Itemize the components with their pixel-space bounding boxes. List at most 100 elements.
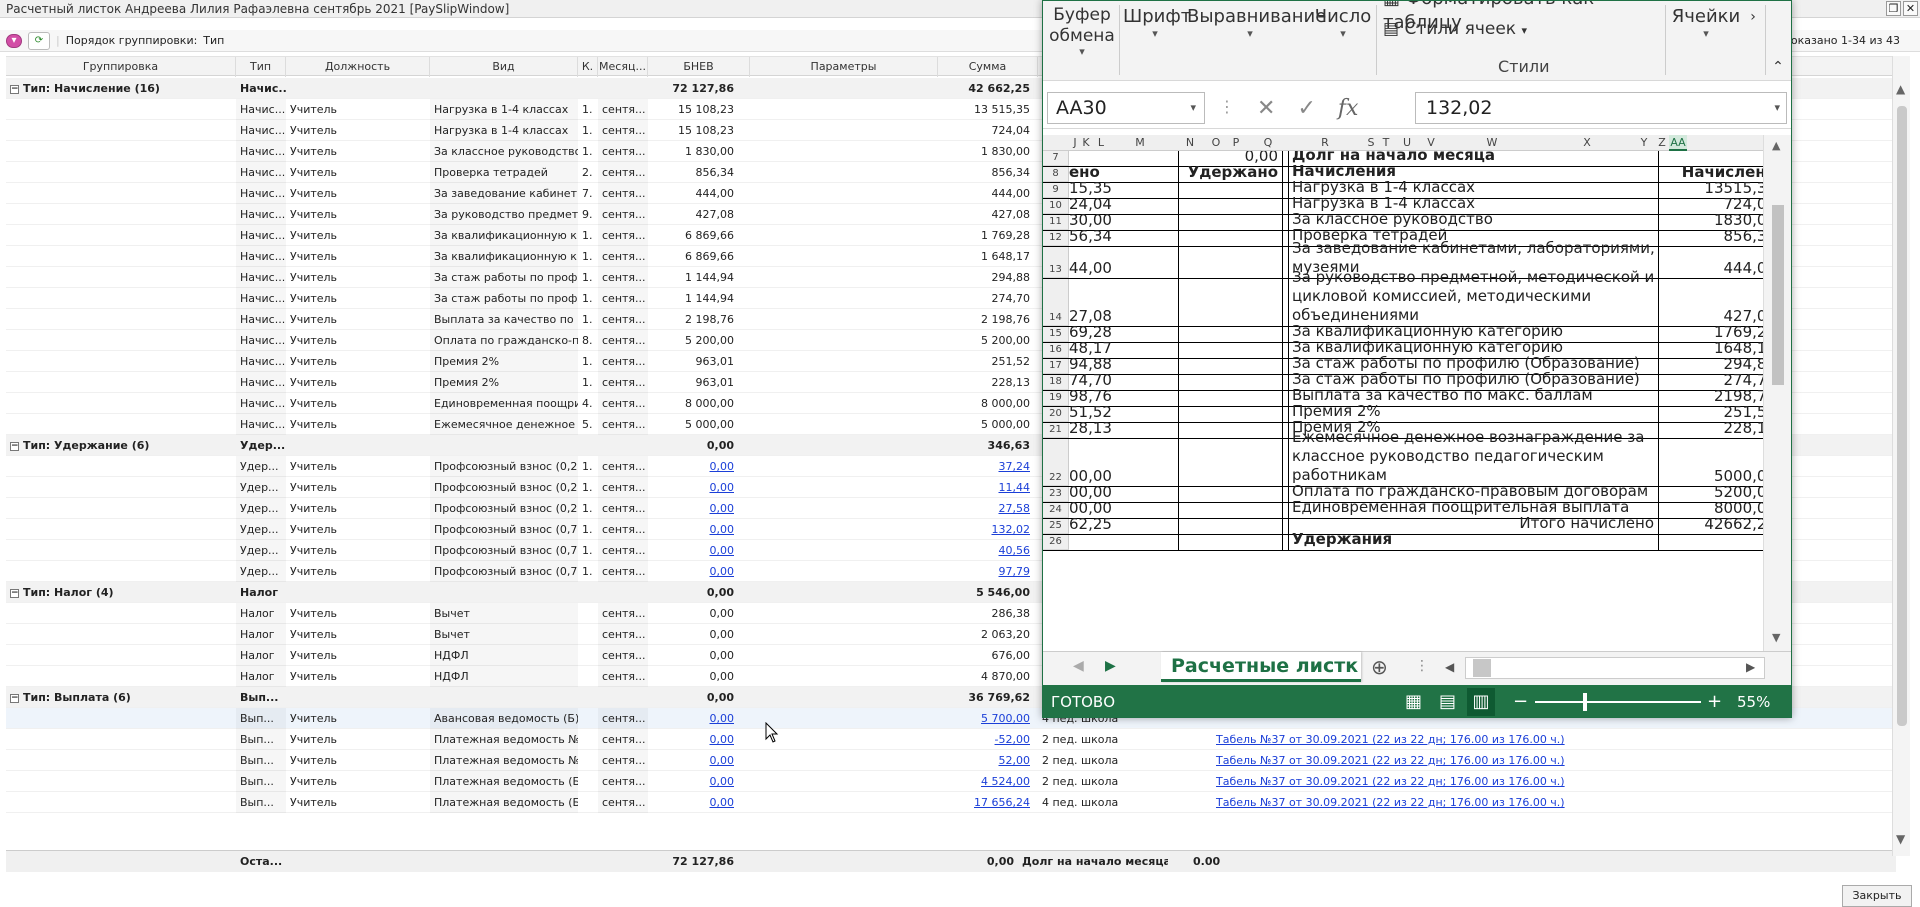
- cell-bnev[interactable]: 0,00: [648, 540, 738, 561]
- cell-bnev[interactable]: 0,00: [648, 729, 738, 750]
- scroll-down-icon[interactable]: ▼: [1896, 832, 1905, 846]
- ribbon-cells[interactable]: Ячейки ▾: [1669, 5, 1743, 39]
- column-header[interactable]: M: [1111, 135, 1169, 151]
- function-icon[interactable]: fx: [1338, 96, 1359, 121]
- row-number[interactable]: 17: [1043, 359, 1069, 374]
- cell-bnev[interactable]: 0,00: [648, 561, 738, 582]
- close-icon[interactable]: ✕: [1903, 1, 1918, 16]
- excel-sheet[interactable]: 7 0,00 Долг на начало месяца 8 ено Удержано На…: [1043, 151, 1763, 651]
- column-header[interactable]: AA: [1669, 135, 1687, 151]
- cell-bnev[interactable]: 0,00: [648, 750, 738, 771]
- column-header[interactable]: T: [1377, 135, 1395, 151]
- ribbon-number[interactable]: Число ▾: [1313, 5, 1373, 39]
- row-number[interactable]: 12: [1043, 231, 1069, 246]
- excel-window[interactable]: Буфер обмена ▾ Шрифт ▾ Выравнивание ▾ Чи…: [1042, 0, 1792, 718]
- table-row[interactable]: Вып... Учитель Платежная ведомость (Б... се…: [6, 792, 1896, 813]
- table-row[interactable]: Вып... Учитель Платежная ведомость №... сен…: [6, 750, 1896, 771]
- ribbon-font[interactable]: Шрифт ▾: [1123, 5, 1191, 39]
- row-number[interactable]: 9: [1043, 183, 1069, 198]
- group-label-cell[interactable]: − Тип: Выплата (6): [6, 687, 234, 708]
- row-number[interactable]: 15: [1043, 327, 1069, 342]
- cell-sum[interactable]: 17 656,24: [938, 792, 1034, 813]
- color-menu-button[interactable]: ▾: [6, 33, 22, 48]
- row-number[interactable]: 10: [1043, 199, 1069, 214]
- collapse-icon[interactable]: −: [10, 441, 19, 451]
- row-number[interactable]: 8: [1043, 167, 1069, 182]
- column-header[interactable]: X: [1541, 135, 1633, 151]
- row-number[interactable]: 7: [1043, 151, 1069, 166]
- row-number[interactable]: 24: [1043, 503, 1069, 518]
- zoom-in-icon[interactable]: +: [1707, 685, 1722, 717]
- column-header[interactable]: U: [1395, 135, 1419, 151]
- table-row[interactable]: Вып... Учитель Платежная ведомость (Б... се…: [6, 771, 1896, 792]
- row-number[interactable]: 23: [1043, 487, 1069, 502]
- scroll-down-icon[interactable]: ▼: [1772, 631, 1780, 644]
- formula-input[interactable]: 132,02 ▾: [1415, 92, 1787, 124]
- cell-bnev[interactable]: 0,00: [648, 498, 738, 519]
- excel-vertical-scrollbar[interactable]: ▲ ▼: [1763, 135, 1791, 651]
- cell-bnev[interactable]: 0,00: [648, 708, 738, 729]
- sheet-row[interactable]: 26 Удержания: [1043, 530, 1763, 551]
- column-header-k[interactable]: К.: [578, 57, 598, 77]
- row-number[interactable]: 20: [1043, 407, 1069, 422]
- column-header-position[interactable]: Должность: [286, 57, 430, 77]
- chevron-down-icon[interactable]: ▾: [1774, 93, 1780, 123]
- cell-bnev[interactable]: 0,00: [648, 519, 738, 540]
- column-header[interactable]: O: [1211, 135, 1221, 151]
- check-icon[interactable]: ✓: [1297, 96, 1315, 121]
- collapse-icon[interactable]: −: [10, 588, 19, 598]
- row-number[interactable]: 26: [1043, 535, 1069, 550]
- cell-sum[interactable]: 40,56: [938, 540, 1034, 561]
- sheet-row[interactable]: 2562,25Итого начислено42662,25: [1043, 514, 1763, 535]
- next-sheet-icon[interactable]: ▶: [1105, 658, 1116, 674]
- row-number[interactable]: 22: [1043, 439, 1069, 486]
- row-number[interactable]: 18: [1043, 375, 1069, 390]
- group-label-cell[interactable]: − Тип: Удержание (6): [6, 435, 234, 456]
- column-header[interactable]: V: [1419, 135, 1443, 151]
- ribbon-collapse-icon[interactable]: ⌃: [1767, 55, 1789, 79]
- sheet-tab-active[interactable]: Расчетные листк ...: [1161, 652, 1361, 705]
- row-number[interactable]: 14: [1043, 279, 1069, 326]
- ribbon-align[interactable]: Выравнивание ▾: [1187, 5, 1326, 39]
- column-header-kind[interactable]: Вид: [430, 57, 578, 77]
- cell-sum[interactable]: 27,58: [938, 498, 1034, 519]
- scroll-right-icon[interactable]: ▶: [1746, 660, 1755, 674]
- table-row[interactable]: Вып... Учитель Платежная ведомость №... сен…: [6, 729, 1896, 750]
- scroll-up-icon[interactable]: ▲: [1896, 82, 1905, 96]
- prev-sheet-icon[interactable]: ◀: [1073, 658, 1084, 674]
- column-header-sum[interactable]: Сумма: [938, 57, 1038, 77]
- cell-bnev[interactable]: 0,00: [648, 456, 738, 477]
- cell-sum[interactable]: 5 700,00: [938, 708, 1034, 729]
- page-break-view-icon[interactable]: ▥: [1467, 688, 1495, 716]
- scrollbar-thumb[interactable]: [1772, 205, 1784, 385]
- cell-tabel[interactable]: Табель №37 от 30.09.2021 (22 из 22 дн; 1…: [1212, 729, 1592, 750]
- sheet-row[interactable]: 2051,52Премия 2%251,52: [1043, 402, 1763, 423]
- column-header-params[interactable]: Параметры: [750, 57, 938, 77]
- column-header[interactable]: S: [1365, 135, 1377, 151]
- column-header[interactable]: K: [1081, 135, 1091, 151]
- cell-sum[interactable]: 37,24: [938, 456, 1034, 477]
- name-box[interactable]: AA30 ▾: [1047, 92, 1205, 124]
- refresh-button[interactable]: ⟳: [28, 31, 50, 50]
- row-number[interactable]: 13: [1043, 247, 1069, 278]
- horizontal-scrollbar[interactable]: [1465, 657, 1765, 679]
- cell-bnev[interactable]: 0,00: [648, 477, 738, 498]
- close-button[interactable]: Закрыть: [1842, 885, 1912, 907]
- cell-sum[interactable]: 11,44: [938, 477, 1034, 498]
- column-header[interactable]: Y: [1633, 135, 1655, 151]
- scrollbar-thumb[interactable]: [1897, 106, 1907, 726]
- row-number[interactable]: 11: [1043, 215, 1069, 230]
- group-label-cell[interactable]: − Тип: Налог (4): [6, 582, 234, 603]
- sheet-row[interactable]: 19 98,76 Выплата за качество по макс. балл…: [1043, 386, 1763, 407]
- column-header[interactable]: Q: [1251, 135, 1285, 151]
- normal-view-icon[interactable]: ▦: [1405, 685, 1422, 717]
- scroll-left-icon[interactable]: ◀: [1445, 660, 1454, 674]
- ribbon-cell-styles[interactable]: ▤ Стили ячеек ▾: [1383, 17, 1543, 43]
- column-header-month[interactable]: Месяц...: [598, 57, 648, 77]
- column-header[interactable]: N: [1169, 135, 1211, 151]
- add-sheet-icon[interactable]: ⊕: [1371, 655, 1388, 679]
- cell-sum[interactable]: 4 524,00: [938, 771, 1034, 792]
- cell-tabel[interactable]: Табель №37 от 30.09.2021 (22 из 22 дн; 1…: [1212, 750, 1592, 771]
- group-label-cell[interactable]: − Тип: Начисление (16): [6, 78, 234, 99]
- cell-sum[interactable]: 52,00: [938, 750, 1034, 771]
